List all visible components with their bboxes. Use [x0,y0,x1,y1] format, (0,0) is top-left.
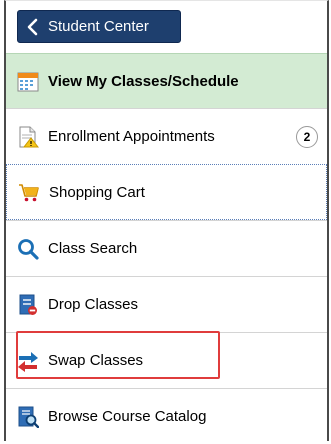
search-icon [17,238,39,260]
swap-arrows-icon [17,350,39,372]
chevron-left-icon [18,11,48,42]
calendar-icon [17,70,39,92]
back-button-label: Student Center [48,18,149,35]
catalog-search-icon [17,406,39,428]
shopping-cart-icon [18,181,40,203]
nav-menu: View My Classes/Schedule Enrollment Appo… [6,53,327,444]
menu-item-label: Swap Classes [48,352,144,369]
student-center-back-button[interactable]: Student Center [17,10,181,43]
menu-item-label: Shopping Cart [49,183,145,201]
menu-item-label: Class Search [48,240,138,257]
menu-item-browse-course-catalog[interactable]: Browse Course Catalog [6,388,327,444]
menu-item-class-search[interactable]: Class Search [6,220,327,276]
nav-header: Student Center [6,1,327,53]
menu-item-view-my-classes[interactable]: View My Classes/Schedule [6,53,327,108]
menu-item-label: Drop Classes [48,296,139,313]
drop-document-icon [17,294,39,316]
appointments-count-badge: 2 [296,126,318,148]
student-center-nav-panel: Student Center View My Classes/Schedule [4,0,329,444]
menu-item-label: Enrollment Appointments [48,128,215,145]
menu-item-enrollment-appointments[interactable]: Enrollment Appointments 2 [6,108,327,164]
menu-item-swap-classes[interactable]: Swap Classes [6,332,327,388]
menu-item-drop-classes[interactable]: Drop Classes [6,276,327,332]
document-warning-icon [17,126,39,148]
menu-item-label: View My Classes/Schedule [48,72,239,90]
menu-item-label: Browse Course Catalog [48,408,207,425]
menu-item-shopping-cart[interactable]: Shopping Cart [6,164,327,220]
